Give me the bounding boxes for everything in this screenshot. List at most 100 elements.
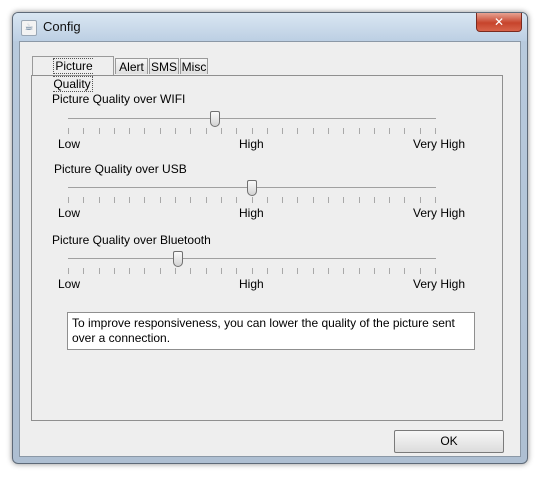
bluetooth-tick-high: High xyxy=(239,277,264,291)
slider-tick xyxy=(359,128,360,134)
slider-tick xyxy=(435,268,436,274)
tab-sms[interactable]: SMS xyxy=(149,58,179,74)
slider-tick xyxy=(68,197,69,203)
picture-quality-panel: Picture Quality over WIFI Low High Very … xyxy=(31,75,503,421)
slider-tick xyxy=(206,197,207,203)
slider-tick xyxy=(68,268,69,274)
slider-tick xyxy=(343,268,344,274)
slider-tick xyxy=(114,268,115,274)
close-button[interactable]: ✕ xyxy=(476,13,522,32)
slider-tick xyxy=(114,197,115,203)
slider-tick xyxy=(297,268,298,274)
slider-tick xyxy=(99,197,100,203)
slider-tick xyxy=(374,268,375,274)
bluetooth-tick-low: Low xyxy=(58,277,81,291)
slider-tick xyxy=(190,197,191,203)
slider-tick xyxy=(175,268,176,274)
bluetooth-tick-very-high: Very High xyxy=(413,277,466,291)
slider-tick xyxy=(374,128,375,134)
slider-tick xyxy=(83,128,84,134)
slider-tick xyxy=(267,197,268,203)
usb-slider-label: Picture Quality over USB xyxy=(54,162,187,176)
slider-tick xyxy=(206,128,207,134)
slider-tick xyxy=(221,197,222,203)
slider-tick xyxy=(313,128,314,134)
wifi-tick-high: High xyxy=(239,137,264,151)
slider-tick xyxy=(175,197,176,203)
wifi-tick-very-high: Very High xyxy=(413,137,466,151)
slider-tick xyxy=(221,268,222,274)
slider-tick xyxy=(435,197,436,203)
slider-tick xyxy=(129,197,130,203)
slider-tick xyxy=(160,268,161,274)
slider-tick xyxy=(420,197,421,203)
slider-tick xyxy=(236,128,237,134)
info-text-box: To improve responsiveness, you can lower… xyxy=(67,312,475,350)
slider-tick xyxy=(160,197,161,203)
close-icon: ✕ xyxy=(493,15,505,29)
slider-tick xyxy=(252,197,253,203)
slider-tick xyxy=(404,197,405,203)
java-cup-icon: ☕ xyxy=(21,20,37,36)
slider-tick xyxy=(404,268,405,274)
slider-tick xyxy=(282,128,283,134)
slider-tick xyxy=(236,268,237,274)
tab-misc[interactable]: Misc xyxy=(180,58,208,74)
title-bar[interactable]: ☕ Config ✕ xyxy=(13,13,527,41)
slider-tick xyxy=(328,128,329,134)
slider-tick xyxy=(420,268,421,274)
slider-tick xyxy=(160,128,161,134)
slider-tick xyxy=(343,197,344,203)
slider-tick xyxy=(252,128,253,134)
slider-tick xyxy=(389,128,390,134)
slider-tick xyxy=(267,268,268,274)
bluetooth-slider-label: Picture Quality over Bluetooth xyxy=(52,233,211,247)
slider-tick xyxy=(435,128,436,134)
slider-tick xyxy=(328,197,329,203)
slider-tick xyxy=(144,268,145,274)
slider-tick xyxy=(328,268,329,274)
slider-tick xyxy=(144,128,145,134)
slider-tick xyxy=(83,197,84,203)
slider-tick xyxy=(83,268,84,274)
window-title: Config xyxy=(43,19,81,34)
slider-tick xyxy=(206,268,207,274)
wifi-slider-track[interactable] xyxy=(68,118,436,119)
slider-tick xyxy=(343,128,344,134)
slider-tick xyxy=(99,128,100,134)
usb-slider-ticks xyxy=(68,197,436,203)
slider-tick xyxy=(297,197,298,203)
dialog-body: Picture Quality Alert SMS Misc Picture Q… xyxy=(19,41,521,457)
slider-tick xyxy=(282,197,283,203)
wifi-slider-label: Picture Quality over WIFI xyxy=(52,92,186,106)
slider-tick xyxy=(129,128,130,134)
slider-tick xyxy=(420,128,421,134)
bluetooth-slider-thumb[interactable] xyxy=(173,251,183,267)
slider-tick xyxy=(313,268,314,274)
config-window: ☕ Config ✕ Picture Quality Alert SMS Mis… xyxy=(12,12,528,464)
usb-tick-low: Low xyxy=(58,206,81,220)
slider-tick xyxy=(267,128,268,134)
slider-tick xyxy=(221,128,222,134)
slider-tick xyxy=(190,128,191,134)
ok-button[interactable]: OK xyxy=(394,430,504,453)
wifi-tick-low: Low xyxy=(58,137,81,151)
wifi-slider-ticks xyxy=(68,128,436,134)
slider-tick xyxy=(313,197,314,203)
wifi-slider-thumb[interactable] xyxy=(210,111,220,127)
slider-tick xyxy=(114,128,115,134)
usb-slider-thumb[interactable] xyxy=(247,180,257,196)
bluetooth-slider-track[interactable] xyxy=(68,258,436,259)
slider-tick xyxy=(404,128,405,134)
usb-tick-high: High xyxy=(239,206,264,220)
slider-tick xyxy=(359,197,360,203)
slider-tick xyxy=(252,268,253,274)
slider-tick xyxy=(129,268,130,274)
slider-tick xyxy=(297,128,298,134)
tab-alert[interactable]: Alert xyxy=(115,58,148,74)
tab-picture-quality[interactable]: Picture Quality xyxy=(32,56,114,92)
slider-tick xyxy=(175,128,176,134)
usb-tick-very-high: Very High xyxy=(413,206,466,220)
slider-tick xyxy=(68,128,69,134)
slider-tick xyxy=(389,197,390,203)
